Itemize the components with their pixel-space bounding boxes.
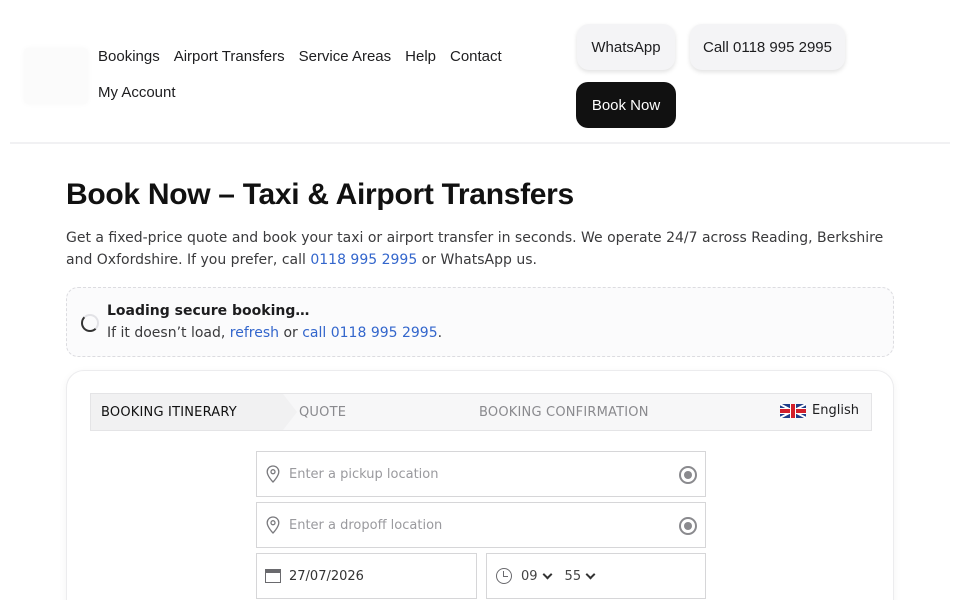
dropoff-input[interactable] <box>289 517 649 533</box>
notice-call-link[interactable]: call 0118 995 2995 <box>302 325 437 341</box>
map-pin-icon <box>257 465 289 483</box>
nav-airport-transfers[interactable]: Airport Transfers <box>174 48 285 65</box>
step-quote: QUOTE <box>299 404 347 420</box>
language-label: English <box>812 403 859 418</box>
booking-steps: BOOKING ITINERARY QUOTE BOOKING CONFIRMA… <box>90 393 872 431</box>
notice-title: Loading secure booking… <box>107 303 310 319</box>
nav-bookings[interactable]: Bookings <box>98 48 160 65</box>
page-title: Book Now – Taxi & Airport Transfers <box>66 178 574 211</box>
refresh-link[interactable]: refresh <box>230 325 279 341</box>
call-button[interactable]: Call 0118 995 2995 <box>690 24 845 70</box>
language-selector[interactable]: English <box>780 403 859 418</box>
loading-notice: Loading secure booking… If it doesn’t lo… <box>66 287 894 357</box>
minute-select[interactable]: 55 <box>564 568 596 584</box>
notice-text-or: or <box>279 325 303 341</box>
calendar-icon <box>265 569 281 583</box>
site-header: Bookings Airport Transfers Service Areas… <box>0 0 960 144</box>
locate-icon[interactable] <box>679 466 697 484</box>
pickup-input[interactable] <box>289 466 649 482</box>
hour-value: 09 <box>521 568 538 584</box>
book-now-button[interactable]: Book Now <box>576 82 676 128</box>
main-nav: Bookings Airport Transfers Service Areas… <box>98 38 538 110</box>
whatsapp-button[interactable]: WhatsApp <box>577 24 675 70</box>
step-booking-itinerary: BOOKING ITINERARY <box>91 394 297 430</box>
booking-widget: BOOKING ITINERARY QUOTE BOOKING CONFIRMA… <box>66 370 894 600</box>
intro-phone-link[interactable]: 0118 995 2995 <box>310 252 417 268</box>
hour-select[interactable]: 09 <box>521 568 552 584</box>
chevron-down-icon <box>542 569 552 579</box>
chevron-down-icon <box>585 569 596 579</box>
nav-service-areas[interactable]: Service Areas <box>299 48 392 65</box>
time-field: 09 55 <box>486 553 706 599</box>
clock-icon <box>496 568 512 584</box>
intro-text-end: or WhatsApp us. <box>417 252 537 268</box>
nav-my-account[interactable]: My Account <box>98 84 176 101</box>
header-divider <box>10 142 950 144</box>
logo[interactable] <box>24 48 88 104</box>
dropoff-field <box>256 502 706 548</box>
notice-text-end: . <box>437 325 443 341</box>
map-pin-icon <box>257 516 289 534</box>
uk-flag-icon <box>780 403 807 418</box>
minute-value: 55 <box>564 568 582 584</box>
loading-spinner-icon <box>81 314 99 332</box>
pickup-field <box>256 451 706 497</box>
notice-text-start: If it doesn’t load, <box>107 325 230 341</box>
notice-text: If it doesn’t load, refresh or call 0118… <box>107 325 442 341</box>
date-input[interactable] <box>289 568 459 584</box>
intro-text: Get a fixed-price quote and book your ta… <box>66 227 896 271</box>
nav-help[interactable]: Help <box>405 48 436 65</box>
step-booking-confirmation: BOOKING CONFIRMATION <box>479 404 649 420</box>
nav-contact[interactable]: Contact <box>450 48 502 65</box>
locate-icon[interactable] <box>679 517 697 535</box>
date-field <box>256 553 477 599</box>
